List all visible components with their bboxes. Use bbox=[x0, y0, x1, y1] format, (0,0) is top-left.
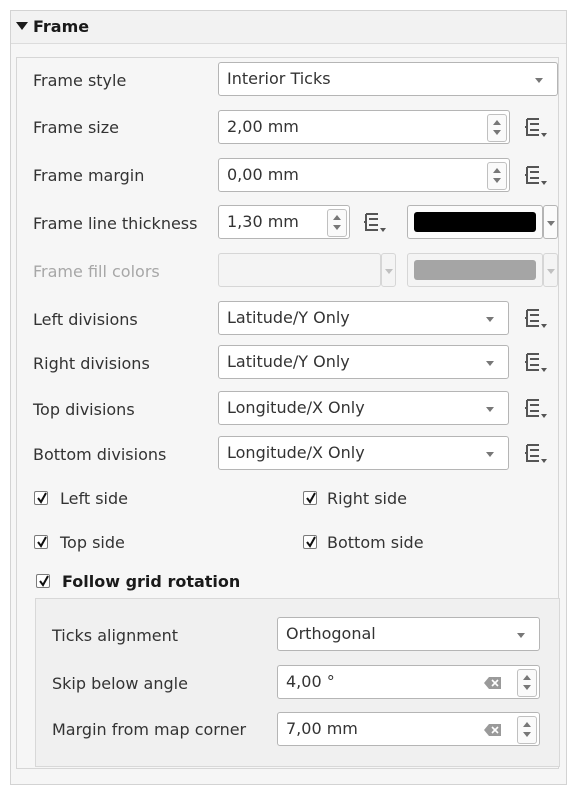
chevron-down-icon bbox=[486, 361, 494, 366]
frame-fill-colors-label: Frame fill colors bbox=[33, 262, 160, 281]
top-divisions-combo[interactable]: Longitude/X Only bbox=[218, 391, 509, 425]
right-side-label: Right side bbox=[327, 489, 407, 508]
right-divisions-value: Latitude/Y Only bbox=[227, 352, 350, 371]
clear-icon[interactable] bbox=[484, 723, 502, 737]
chevron-down-icon bbox=[385, 269, 393, 274]
frame-margin-spinbox[interactable]: 0,00 mm bbox=[218, 158, 510, 192]
ticks-alignment-combo[interactable]: Orthogonal bbox=[277, 617, 540, 651]
spin-arrows-icon[interactable] bbox=[517, 716, 537, 744]
spin-arrows-icon[interactable] bbox=[487, 162, 507, 190]
chevron-down-icon bbox=[547, 221, 555, 226]
frame-fill-color2-dropdown[interactable] bbox=[543, 253, 558, 287]
frame-section-header[interactable] bbox=[11, 11, 566, 44]
checkmark-icon bbox=[306, 492, 316, 504]
frame-line-color-dropdown[interactable] bbox=[543, 205, 558, 239]
frame-style-label: Frame style bbox=[33, 71, 127, 90]
frame-margin-value: 0,00 mm bbox=[227, 165, 299, 184]
frame-style-value: Interior Ticks bbox=[227, 69, 331, 88]
data-defined-override-icon[interactable] bbox=[523, 162, 549, 188]
chevron-down-icon bbox=[486, 317, 494, 322]
top-divisions-label: Top divisions bbox=[33, 400, 135, 419]
top-divisions-value: Longitude/X Only bbox=[227, 398, 365, 417]
spin-arrows-icon[interactable] bbox=[517, 669, 537, 697]
frame-size-spinbox[interactable]: 2,00 mm bbox=[218, 110, 510, 144]
chevron-down-icon bbox=[486, 407, 494, 412]
checkmark-icon bbox=[39, 575, 49, 587]
checkmark-icon bbox=[37, 536, 47, 548]
data-defined-override-icon[interactable] bbox=[523, 114, 549, 140]
bottom-side-label: Bottom side bbox=[327, 533, 424, 552]
frame-fill-color2-button[interactable] bbox=[407, 253, 543, 287]
frame-fill-color1-dropdown[interactable] bbox=[381, 253, 396, 287]
chevron-down-icon bbox=[486, 452, 494, 457]
frame-size-label: Frame size bbox=[33, 118, 119, 137]
skip-below-angle-spinbox[interactable]: 4,00 ° bbox=[277, 665, 540, 699]
frame-line-thickness-spinbox[interactable]: 1,30 mm bbox=[218, 205, 350, 239]
ticks-alignment-value: Orthogonal bbox=[286, 624, 376, 643]
color-swatch bbox=[225, 260, 374, 280]
bottom-side-checkbox[interactable] bbox=[303, 535, 317, 549]
chevron-down-icon bbox=[547, 269, 555, 274]
spin-arrows-icon[interactable] bbox=[487, 114, 507, 142]
skip-below-angle-label: Skip below angle bbox=[52, 674, 188, 693]
follow-grid-rotation-checkbox[interactable] bbox=[36, 574, 50, 588]
checkmark-icon bbox=[306, 536, 316, 548]
margin-from-map-corner-spinbox[interactable]: 7,00 mm bbox=[277, 712, 540, 746]
color-swatch bbox=[414, 260, 536, 280]
left-divisions-combo[interactable]: Latitude/Y Only bbox=[218, 301, 509, 335]
chevron-down-icon bbox=[517, 633, 525, 638]
data-defined-override-icon[interactable] bbox=[362, 209, 388, 235]
right-divisions-combo[interactable]: Latitude/Y Only bbox=[218, 345, 509, 379]
left-divisions-label: Left divisions bbox=[33, 310, 138, 329]
frame-size-value: 2,00 mm bbox=[227, 117, 299, 136]
bottom-divisions-label: Bottom divisions bbox=[33, 445, 167, 464]
clear-icon[interactable] bbox=[484, 676, 502, 690]
data-defined-override-icon[interactable] bbox=[523, 305, 549, 331]
data-defined-override-icon[interactable] bbox=[523, 395, 549, 421]
frame-line-thickness-label: Frame line thickness bbox=[33, 214, 198, 233]
collapse-triangle-icon[interactable] bbox=[16, 22, 28, 30]
top-side-label: Top side bbox=[60, 533, 125, 552]
section-title: Frame bbox=[33, 17, 90, 36]
bottom-divisions-combo[interactable]: Longitude/X Only bbox=[218, 436, 509, 470]
frame-fill-color1-button[interactable] bbox=[218, 253, 381, 287]
bottom-divisions-value: Longitude/X Only bbox=[227, 443, 365, 462]
margin-from-map-corner-value: 7,00 mm bbox=[286, 719, 358, 738]
left-divisions-value: Latitude/Y Only bbox=[227, 308, 350, 327]
ticks-alignment-label: Ticks alignment bbox=[52, 626, 179, 645]
spin-arrows-icon[interactable] bbox=[327, 209, 347, 237]
right-side-checkbox[interactable] bbox=[303, 491, 317, 505]
chevron-down-icon bbox=[535, 78, 543, 83]
data-defined-override-icon[interactable] bbox=[523, 440, 549, 466]
follow-grid-rotation-label: Follow grid rotation bbox=[62, 572, 241, 591]
frame-line-color-button[interactable] bbox=[407, 205, 543, 239]
color-swatch bbox=[414, 212, 536, 232]
skip-below-angle-value: 4,00 ° bbox=[286, 672, 335, 691]
data-defined-override-icon[interactable] bbox=[523, 349, 549, 375]
frame-line-thickness-value: 1,30 mm bbox=[227, 212, 299, 231]
left-side-checkbox[interactable] bbox=[34, 491, 48, 505]
top-side-checkbox[interactable] bbox=[34, 535, 48, 549]
frame-margin-label: Frame margin bbox=[33, 166, 145, 185]
frame-style-combo[interactable]: Interior Ticks bbox=[218, 62, 558, 96]
checkmark-icon bbox=[37, 492, 47, 504]
right-divisions-label: Right divisions bbox=[33, 354, 150, 373]
left-side-label: Left side bbox=[60, 489, 128, 508]
margin-from-map-corner-label: Margin from map corner bbox=[52, 720, 247, 739]
